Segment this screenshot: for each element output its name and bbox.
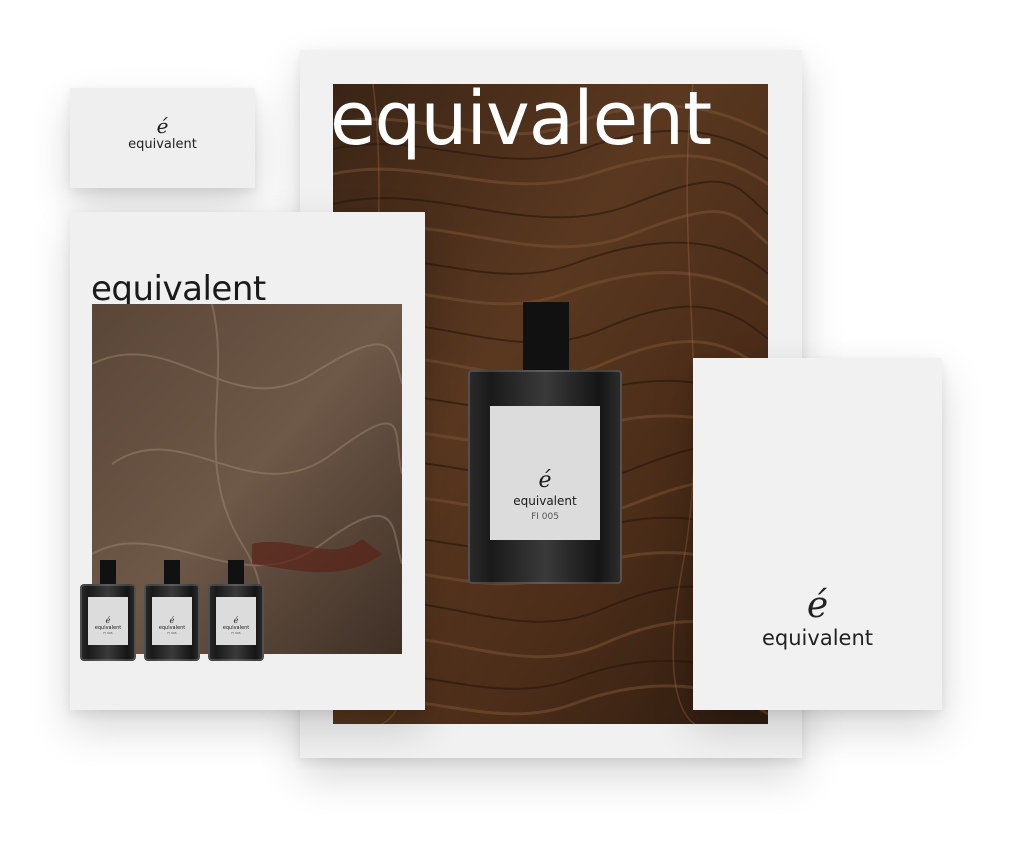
perfume-bottle-small-1: é equivalent FI 005 — [80, 560, 136, 661]
bottle-label: é equivalent FI 005 — [216, 597, 256, 645]
brand-mark-icon: é — [538, 468, 552, 493]
poster-title: equivalent — [330, 76, 712, 162]
business-card-logo: é equivalent — [70, 116, 255, 152]
brand-mark-icon: é — [105, 616, 111, 625]
bottle-label: é equivalent FI 005 — [152, 597, 192, 645]
bottle-cap — [100, 560, 116, 586]
card-right-logo: é equivalent — [693, 585, 942, 651]
perfume-bottle-small-2: é equivalent FI 005 — [144, 560, 200, 661]
bottle-label: é equivalent FI 005 — [490, 406, 600, 540]
bottle-code: FI 005 — [167, 631, 177, 635]
bottle-cap — [228, 560, 244, 586]
bottle-cap — [164, 560, 180, 586]
card-right: é equivalent — [693, 358, 942, 710]
brand-mark-icon: é — [156, 114, 169, 138]
bottle-cap — [523, 302, 569, 374]
bottle-label: é equivalent FI 005 — [88, 597, 128, 645]
perfume-bottle-small-3: é equivalent FI 005 — [208, 560, 264, 661]
brand-mark-icon: é — [806, 585, 829, 626]
brand-mark-icon: é — [169, 616, 175, 625]
perfume-bottle-main: é equivalent FI 005 — [468, 302, 622, 584]
business-card: é equivalent — [70, 88, 255, 188]
brand-mark-icon: é — [233, 616, 239, 625]
bottle-code: FI 005 — [231, 631, 241, 635]
bottle-code: FI 005 — [531, 512, 559, 522]
bottle-code: FI 005 — [103, 631, 113, 635]
poster-left-title: equivalent — [91, 269, 266, 309]
bottle-brand-name: equivalent — [513, 494, 577, 508]
card-right-brand: equivalent — [762, 626, 873, 650]
business-card-brand: equivalent — [128, 137, 197, 152]
